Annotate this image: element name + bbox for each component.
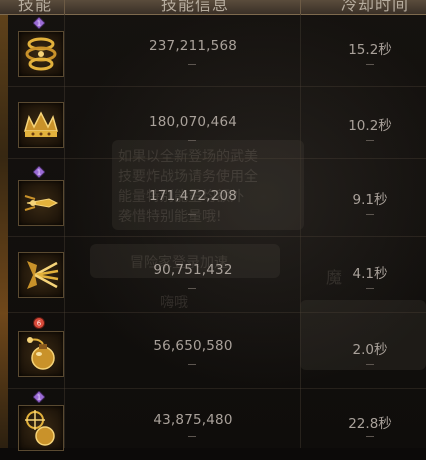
divider-dash [188,364,196,365]
divider-dash [366,140,374,141]
damage-value: 43,875,480 [153,412,233,428]
damage-stats-panel: 如果以全新登场的武美 技要炸战场请务使用全 能量特别能量均额外 袭惜特别能量哦!… [0,0,426,451]
table-row[interactable]: 1 43,875,480 22.8秒 [0,388,426,460]
cooldown-value: 15.2秒 [348,42,392,58]
cooldown-value: 22.8秒 [348,416,392,432]
header-divider [64,0,65,14]
header-skill-info: 技能信息 [160,0,229,14]
divider-dash [188,436,196,437]
table-row[interactable]: 6 56,650,580 2.0秒 [0,312,426,384]
purple-gem-icon: 1 [33,166,45,178]
golden-target-bomb-skill-icon[interactable] [18,405,64,451]
header-cooldown: 冷却时间 [340,0,409,14]
damage-value: 90,751,432 [153,262,233,278]
divider-dash [366,436,374,437]
damage-value: 171,472,208 [148,188,238,204]
divider-dash [188,214,196,215]
header-skill: 技能 [17,0,52,14]
cooldown-value: 9.1秒 [352,192,388,208]
purple-gem-icon: 1 [33,391,45,403]
golden-crown-flame-skill-icon[interactable] [18,102,64,148]
golden-spread-burst-skill-icon[interactable] [18,252,64,298]
divider-dash [366,364,374,365]
header-divider [300,0,301,14]
table-header: 技能 技能信息 冷却时间 [0,0,426,15]
damage-value: 56,650,580 [153,338,233,354]
damage-value: 237,211,568 [148,38,238,54]
divider-dash [188,140,196,141]
divider-dash [188,288,196,289]
divider-dash [366,64,374,65]
golden-bomb-skill-icon[interactable] [18,331,64,377]
cooldown-value: 4.1秒 [352,266,388,282]
purple-gem-icon: 1 [33,17,45,29]
table-row[interactable]: 90,751,432 4.1秒 [0,236,426,308]
golden-dart-strike-skill-icon[interactable] [18,180,64,226]
divider-dash [366,288,374,289]
table-row[interactable]: 180,070,464 10.2秒 [0,86,426,158]
divider-dash [366,214,374,215]
svg-text:1: 1 [37,169,41,177]
cooldown-value: 2.0秒 [352,342,388,358]
svg-text:1: 1 [37,20,41,28]
cooldown-value: 10.2秒 [348,118,392,134]
damage-value: 180,070,464 [148,114,238,130]
table-row[interactable]: 1 171,472,208 9.1秒 [0,158,426,230]
golden-swirl-skill-icon[interactable] [18,31,64,77]
divider-dash [188,64,196,65]
table-row[interactable]: 1 237,211,568 15.2秒 [0,14,426,86]
svg-text:6: 6 [37,320,42,328]
svg-text:1: 1 [37,394,41,402]
red-gem-icon: 6 [33,317,45,329]
